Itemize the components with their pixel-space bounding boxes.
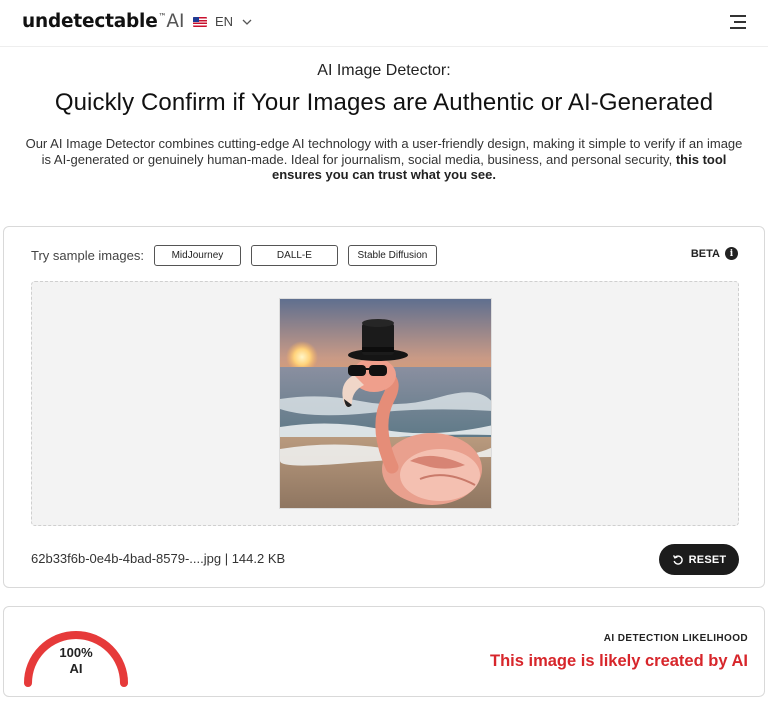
sample-images-label: Try sample images:	[31, 248, 144, 263]
gauge-verdict: AI	[69, 661, 83, 676]
result-panel: 100% AI AI DETECTION LIKELIHOOD This ima…	[3, 606, 765, 697]
info-icon[interactable]: i	[725, 247, 738, 260]
reset-icon	[672, 554, 683, 565]
top-nav: undetectable™AI EN	[0, 0, 768, 46]
logo-trademark: ™	[158, 12, 167, 21]
file-info: 62b33f6b-0e4b-4bad-8579-....jpg | 144.2 …	[31, 551, 286, 566]
logo-suffix: AI	[166, 11, 185, 32]
sample-midjourney-button[interactable]: MidJourney	[153, 245, 241, 266]
reset-label: RESET	[688, 553, 727, 566]
detector-panel: Try sample images: MidJourney DALL-E Sta…	[3, 226, 765, 588]
sample-dalle-button[interactable]: DALL-E	[250, 245, 338, 266]
reset-button[interactable]: RESET	[659, 544, 739, 575]
logo[interactable]: undetectable™AI	[22, 11, 184, 32]
flamingo-image	[280, 299, 491, 508]
us-flag-icon	[193, 16, 207, 27]
detection-result-message: This image is likely created by AI	[490, 652, 748, 670]
header-divider	[0, 46, 768, 47]
beta-badge: BETA i	[691, 247, 738, 260]
gauge-readout: 100% AI	[20, 645, 132, 677]
detection-likelihood-label: AI DETECTION LIKELIHOOD	[603, 633, 748, 644]
hamburger-menu-icon[interactable]	[730, 15, 746, 29]
sample-stable-diffusion-button[interactable]: Stable Diffusion	[347, 245, 437, 266]
language-selector[interactable]: EN	[193, 14, 253, 29]
uploaded-image-preview	[279, 298, 492, 509]
page-title: Quickly Confirm if Your Images are Authe…	[54, 89, 714, 116]
sample-images-row: Try sample images: MidJourney DALL-E Sta…	[31, 245, 447, 266]
logo-text: undetectable	[22, 11, 158, 32]
page-description: Our AI Image Detector combines cutting-e…	[22, 136, 746, 183]
language-label: EN	[215, 14, 234, 29]
page-kicker: AI Image Detector:	[317, 62, 451, 79]
description-text: Our AI Image Detector combines cutting-e…	[25, 136, 743, 167]
beta-label: BETA	[690, 247, 720, 260]
image-dropzone[interactable]	[31, 281, 739, 526]
chevron-down-icon	[242, 19, 252, 25]
gauge-percent: 100%	[59, 645, 93, 660]
